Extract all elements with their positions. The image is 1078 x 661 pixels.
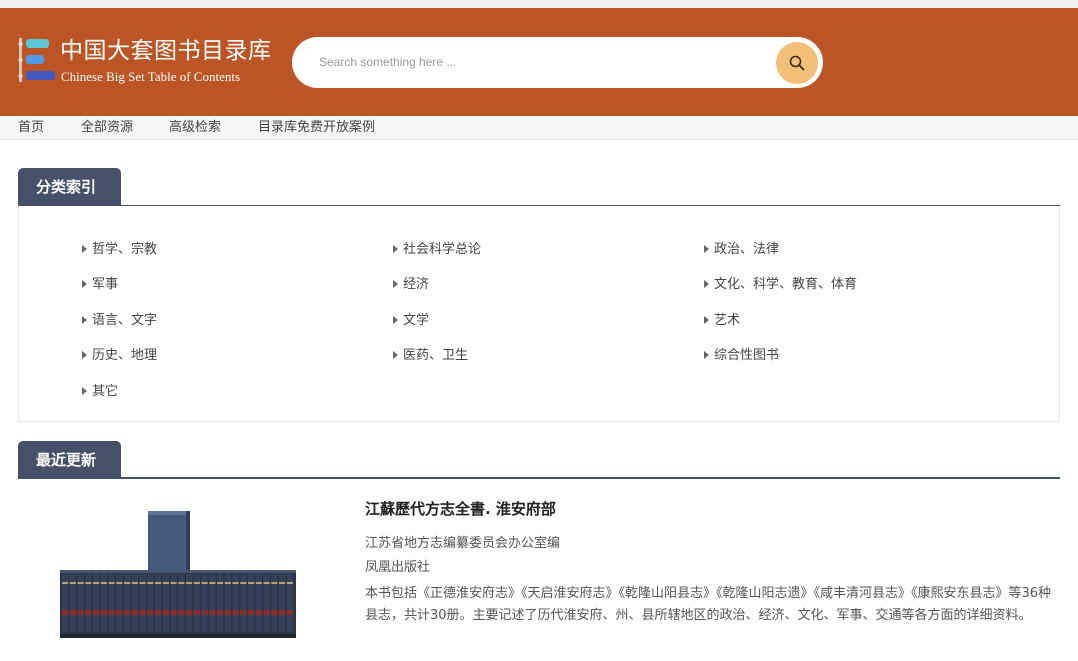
search-button[interactable] [776, 42, 818, 84]
nav-item-home[interactable]: 首页 [18, 120, 44, 136]
category-item[interactable]: 艺术 [704, 313, 740, 329]
book-title[interactable]: 江蘇歷代方志全書. 淮安府部 [365, 499, 556, 519]
category-item[interactable]: 其它 [82, 384, 118, 400]
recent-updates-tab: 最近更新 [18, 441, 121, 479]
book-publisher: 凤凰出版社 [365, 560, 431, 575]
search-bar [292, 37, 823, 88]
caret-right-icon [704, 280, 709, 288]
caret-right-icon [704, 316, 709, 324]
category-item[interactable]: 语言、文字 [82, 313, 157, 329]
caret-right-icon [704, 351, 709, 359]
book-list-logo-icon [18, 38, 55, 82]
caret-right-icon [393, 280, 398, 288]
caret-right-icon [82, 316, 87, 324]
category-label: 艺术 [714, 313, 741, 328]
caret-right-icon [82, 351, 87, 359]
main-nav: 首页 全部资源 高级检索 目录库免费开放案例 [0, 116, 1078, 140]
caret-right-icon [704, 245, 709, 253]
category-label: 文学 [403, 313, 430, 328]
category-label: 其它 [92, 384, 119, 399]
category-item[interactable]: 经济 [393, 277, 429, 293]
caret-right-icon [393, 245, 398, 253]
category-label: 社会科学总论 [403, 242, 482, 257]
category-label: 医药、卫生 [403, 348, 469, 363]
site-logo[interactable]: 中国大套图书目录库 Chinese Big Set Table of Conte… [18, 36, 278, 92]
nav-item-free-open-cases[interactable]: 目录库免费开放案例 [258, 120, 375, 136]
recent-updates-divider [18, 477, 1060, 479]
category-item[interactable]: 综合性图书 [704, 348, 779, 364]
nav-item-all-resources[interactable]: 全部资源 [81, 120, 133, 136]
category-item[interactable]: 社会科学总论 [393, 242, 481, 258]
category-label: 语言、文字 [92, 313, 158, 328]
category-label: 军事 [92, 277, 119, 292]
book-editor: 江苏省地方志编纂委员会办公室编 [365, 536, 561, 551]
category-item[interactable]: 历史、地理 [82, 348, 157, 364]
category-item[interactable]: 军事 [82, 277, 118, 293]
caret-right-icon [82, 387, 87, 395]
category-label: 文化、科学、教育、体育 [714, 277, 858, 292]
category-item[interactable]: 哲学、宗教 [82, 242, 157, 258]
caret-right-icon [82, 280, 87, 288]
category-label: 政治、法律 [714, 242, 780, 257]
category-label: 历史、地理 [92, 348, 158, 363]
category-item[interactable]: 文化、科学、教育、体育 [704, 277, 857, 293]
category-index-tab: 分类索引 [18, 168, 121, 206]
category-label: 哲学、宗教 [92, 242, 158, 257]
caret-right-icon [393, 351, 398, 359]
category-index-panel [18, 206, 1060, 422]
logo-subtitle: Chinese Big Set Table of Contents [61, 69, 241, 84]
logo-title: 中国大套图书目录库 [60, 38, 272, 64]
caret-right-icon [393, 316, 398, 324]
search-icon [789, 55, 805, 71]
category-item[interactable]: 医药、卫生 [393, 348, 468, 364]
book-description: 本书包括《正德淮安府志》《天启淮安府志》《乾隆山阳县志》《乾隆山阳志遗》《咸丰清… [365, 586, 1052, 623]
category-label: 经济 [403, 277, 430, 292]
search-input[interactable] [319, 51, 749, 73]
category-label: 综合性图书 [714, 348, 780, 363]
book-set-cover-image[interactable] [58, 508, 298, 640]
category-item[interactable]: 文学 [393, 313, 429, 329]
nav-item-advanced-search[interactable]: 高级检索 [169, 120, 221, 136]
category-item[interactable]: 政治、法律 [704, 242, 779, 258]
caret-right-icon [82, 245, 87, 253]
top-strip [0, 0, 1078, 8]
